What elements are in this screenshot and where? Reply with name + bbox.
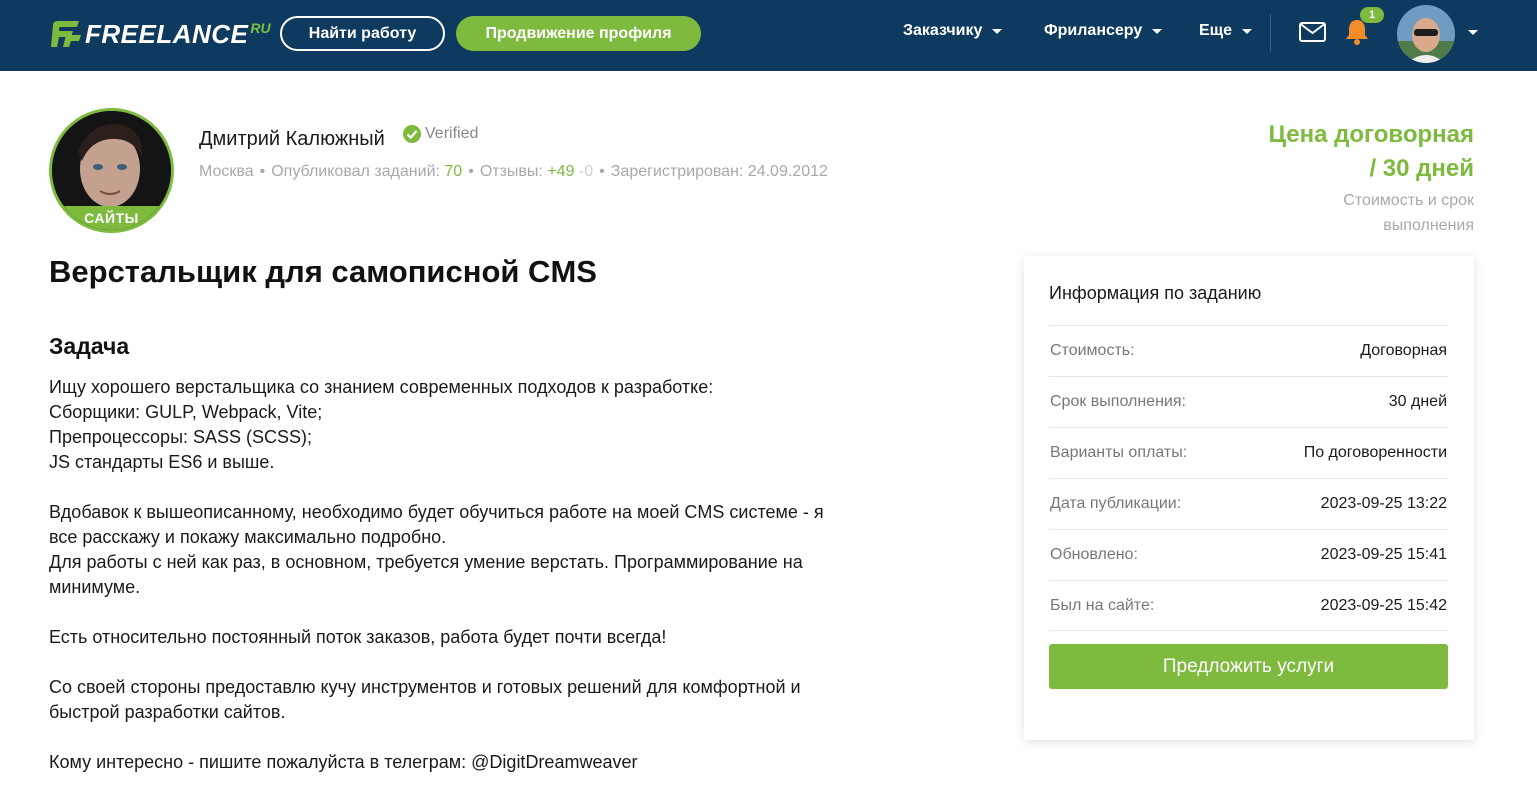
author-meta: Москва • Опубликовал заданий: 70 • Отзывы: +… bbox=[199, 163, 828, 180]
description-line: Препроцессоры: SASS (SCSS); bbox=[49, 427, 313, 447]
price-block: Цена договорная / 30 дней bbox=[1268, 118, 1474, 186]
price-caption: Стоимость и срок выполнения bbox=[1343, 188, 1474, 238]
info-value: 2023-09-25 13:22 bbox=[1320, 495, 1447, 512]
user-avatar[interactable] bbox=[1397, 5, 1455, 63]
info-label: Был на сайте: bbox=[1050, 596, 1155, 614]
nav-more-menu[interactable]: Еще bbox=[1199, 22, 1253, 40]
job-info-card: Информация по заданию Стоимость: Договор… bbox=[1024, 256, 1474, 740]
description-paragraph: Вдобавок к вышеописанному, необходимо бу… bbox=[49, 500, 949, 600]
chevron-down-icon bbox=[992, 28, 1003, 34]
chevron-down-icon[interactable] bbox=[1468, 30, 1478, 35]
author-avatar[interactable]: САЙТЫ bbox=[49, 108, 174, 233]
info-row-updated: Обновлено: 2023-09-25 15:41 bbox=[1049, 529, 1448, 580]
info-label: Дата публикации: bbox=[1050, 495, 1182, 512]
registered-date: Зарегистрирован: 24.09.2012 bbox=[610, 163, 828, 180]
author-category-badge: САЙТЫ bbox=[52, 206, 171, 230]
description-paragraph: Со своей стороны предоставлю кучу инстру… bbox=[49, 675, 949, 725]
description-line: Сборщики: GULP, Webpack, Vite; bbox=[49, 402, 323, 422]
section-title: Задача bbox=[49, 333, 130, 359]
info-label: Варианты оплаты: bbox=[1050, 444, 1188, 461]
info-table: Стоимость: Договорная Срок выполнения: 3… bbox=[1049, 325, 1448, 631]
info-value: 2023-09-25 15:42 bbox=[1320, 596, 1447, 614]
chevron-down-icon bbox=[1152, 28, 1163, 34]
description-line: Для работы с ней как раз, в основном, тр… bbox=[49, 552, 803, 572]
offer-services-button[interactable]: Предложить услуги bbox=[1049, 644, 1448, 689]
info-value: Договорная bbox=[1360, 342, 1447, 359]
check-icon bbox=[403, 125, 421, 143]
job-description: Ищу хорошего верстальщика со знанием сов… bbox=[49, 375, 949, 785]
description-line: JS стандарты ES6 и выше. bbox=[49, 452, 275, 472]
description-line: Ищу хорошего верстальщика со знанием сов… bbox=[49, 377, 714, 397]
info-row-cost: Стоимость: Договорная bbox=[1049, 325, 1448, 376]
info-label: Стоимость: bbox=[1050, 342, 1135, 359]
site-logo[interactable]: FREELANCE RU bbox=[49, 18, 271, 50]
info-row-last-seen: Был на сайте: 2023-09-25 15:42 bbox=[1049, 580, 1448, 631]
promote-profile-button[interactable]: Продвижение профиля bbox=[456, 16, 701, 51]
nav-freelancer-label: Фрилансеру bbox=[1044, 22, 1143, 39]
description-line: Со своей стороны предоставлю кучу инстру… bbox=[49, 677, 801, 697]
info-value: 30 дней bbox=[1388, 393, 1447, 410]
notification-badge: 1 bbox=[1360, 7, 1384, 23]
find-work-button[interactable]: Найти работу bbox=[280, 16, 445, 51]
price-caption-line-2: выполнения bbox=[1383, 217, 1474, 234]
reviews-label: Отзывы: bbox=[479, 163, 543, 180]
price-caption-line-1: Стоимость и срок bbox=[1343, 192, 1474, 209]
info-row-published: Дата публикации: 2023-09-25 13:22 bbox=[1049, 478, 1448, 529]
verified-badge: Verified bbox=[403, 125, 478, 143]
logo-mark-icon bbox=[51, 21, 81, 47]
reviews-positive[interactable]: +49 bbox=[547, 163, 574, 180]
description-line: минимуме. bbox=[49, 577, 141, 597]
description-line: все расскажу и покажу максимально подроб… bbox=[49, 527, 447, 547]
description-line: Есть относительно постоянный поток заказ… bbox=[49, 627, 667, 647]
author-name[interactable]: Дмитрий Калюжный bbox=[199, 128, 385, 151]
top-navbar: FREELANCE RU Найти работу Продвижение пр… bbox=[0, 0, 1537, 71]
description-line: Вдобавок к вышеописанному, необходимо бу… bbox=[49, 502, 824, 522]
info-row-payment: Варианты оплаты: По договоренности bbox=[1049, 427, 1448, 478]
info-value: По договоренности bbox=[1303, 444, 1447, 461]
chevron-down-icon bbox=[1242, 28, 1253, 34]
nav-customer-menu[interactable]: Заказчику bbox=[903, 22, 1003, 40]
description-paragraph: Есть относительно постоянный поток заказ… bbox=[49, 625, 949, 650]
logo-suffix: RU bbox=[250, 20, 271, 36]
user-photo-icon bbox=[1397, 5, 1455, 63]
nav-more-label: Еще bbox=[1199, 22, 1233, 39]
author-city: Москва bbox=[199, 163, 254, 180]
info-row-deadline: Срок выполнения: 30 дней bbox=[1049, 376, 1448, 427]
info-card-title: Информация по заданию bbox=[1049, 283, 1262, 303]
info-value: 2023-09-25 15:41 bbox=[1320, 546, 1447, 563]
description-paragraph: Ищу хорошего верстальщика со знанием сов… bbox=[49, 375, 949, 475]
verified-label: Verified bbox=[425, 125, 479, 142]
description-line: быстрой разработки сайтов. bbox=[49, 702, 286, 722]
mail-icon[interactable] bbox=[1299, 22, 1326, 42]
nav-divider bbox=[1270, 14, 1271, 52]
logo-text: FREELANCE bbox=[85, 18, 249, 49]
description-paragraph: Кому интересно - пишите пожалуйста в тел… bbox=[49, 750, 949, 775]
nav-customer-label: Заказчику bbox=[903, 22, 983, 39]
price-line-1: Цена договорная bbox=[1268, 121, 1474, 148]
info-label: Срок выполнения: bbox=[1050, 393, 1186, 410]
price-line-2: / 30 дней bbox=[1369, 155, 1474, 182]
reviews-negative[interactable]: -0 bbox=[579, 163, 593, 180]
published-count: 70 bbox=[444, 163, 463, 180]
info-label: Обновлено: bbox=[1050, 546, 1138, 563]
job-title: Верстальщик для самописной CMS bbox=[49, 254, 597, 289]
nav-freelancer-menu[interactable]: Фрилансеру bbox=[1044, 22, 1163, 40]
description-line: Кому интересно - пишите пожалуйста в тел… bbox=[49, 752, 638, 772]
published-label: Опубликовал заданий: bbox=[271, 163, 440, 180]
